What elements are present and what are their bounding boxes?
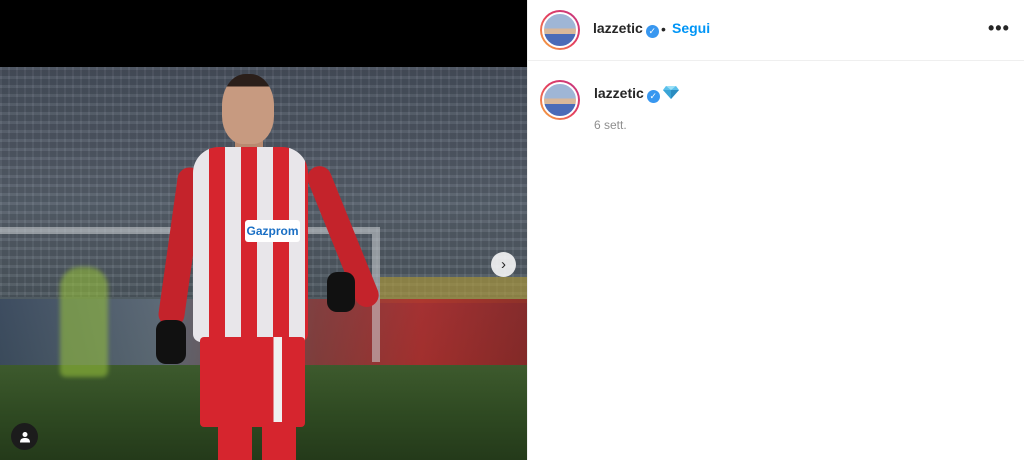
next-image-button[interactable]: › [491,252,516,277]
header-avatar[interactable] [540,10,580,50]
caption-username[interactable]: lazzetic ✓ [594,85,660,103]
tagged-users-button[interactable] [11,423,38,450]
verified-badge-icon: ✓ [646,90,660,103]
player-head [222,74,274,144]
post-sidebar: lazzetic ✓ • Segui ••• lazzetic ✓ 6 sett. [527,0,1024,460]
player-jersey [193,147,308,342]
chevron-right-icon: › [501,256,506,273]
username-link[interactable]: lazzetic [593,20,643,36]
caption-avatar[interactable] [540,80,580,120]
player-left-leg [218,422,252,460]
player-right-glove [327,272,355,312]
post-media: Gazprom › [0,0,527,460]
post-header: lazzetic ✓ • Segui ••• [528,0,1024,61]
post-timestamp[interactable]: 6 sett. [594,118,627,132]
caption-username-link[interactable]: lazzetic [594,85,644,101]
goalkeeper-figure [60,267,108,377]
verified-badge-icon: ✓ [645,25,659,38]
player-figure: Gazprom [150,72,383,460]
separator-dot: • [661,21,666,37]
user-icon [19,431,30,442]
gem-icon [663,86,679,99]
post-photo[interactable]: Gazprom [0,67,527,460]
player-right-leg [262,422,296,460]
player-left-glove [156,320,186,364]
player-shorts [200,337,305,427]
header-username[interactable]: lazzetic ✓ [593,20,659,38]
more-options-icon[interactable]: ••• [988,18,1010,39]
follow-button[interactable]: Segui [672,20,710,36]
jersey-sponsor: Gazprom [245,220,300,242]
